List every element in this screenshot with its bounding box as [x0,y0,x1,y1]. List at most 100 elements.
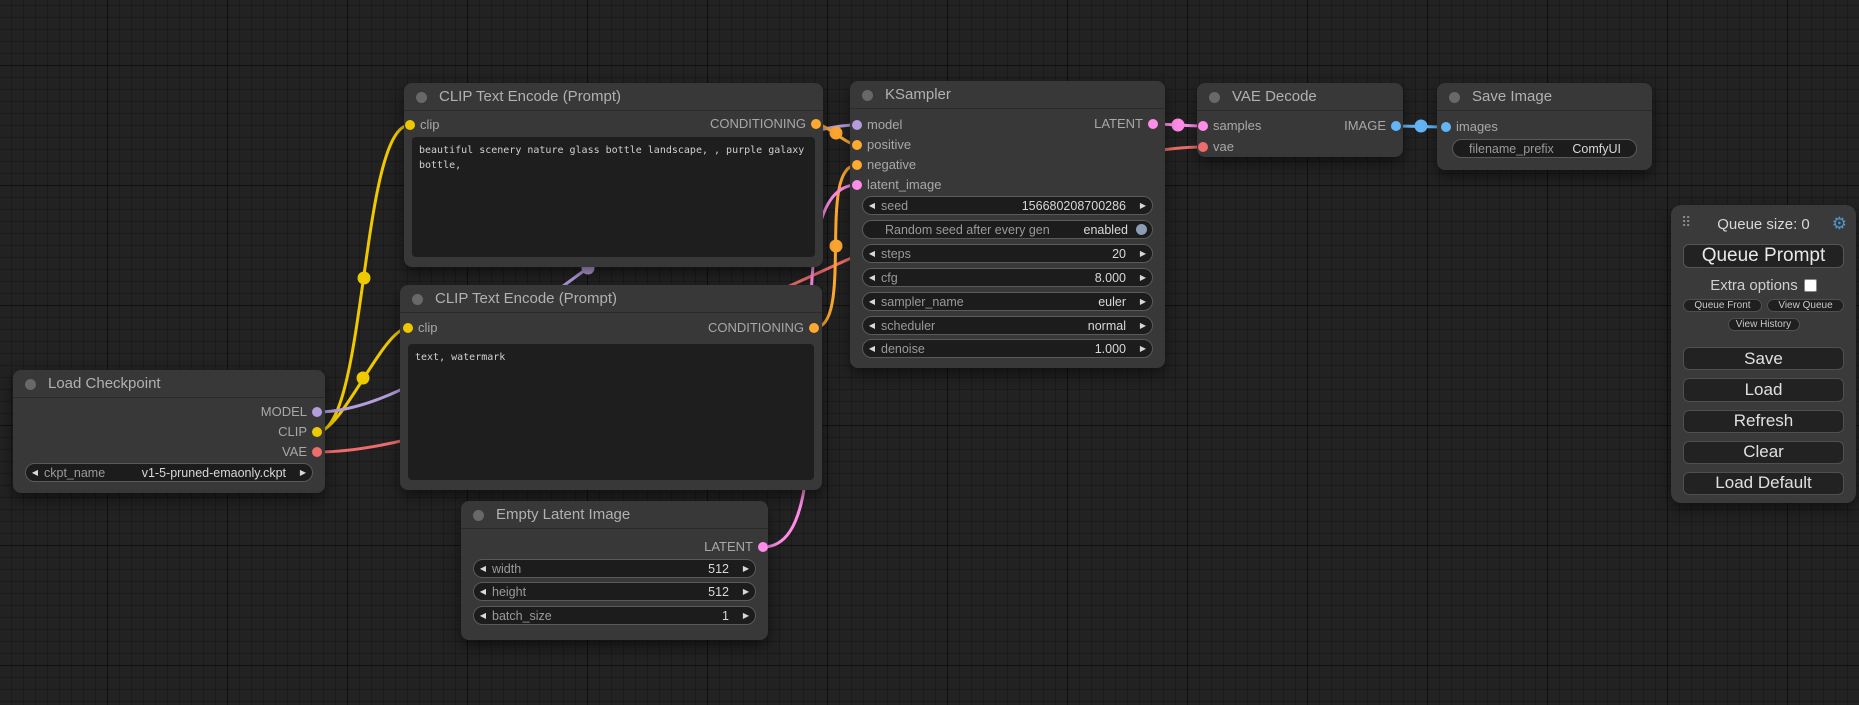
width-prev-icon[interactable]: ◀ [474,560,492,577]
node-title[interactable]: CLIP Text Encode (Prompt) [400,285,822,313]
seed-next-icon[interactable]: ▶ [1134,197,1152,214]
load-button[interactable]: Load [1683,378,1844,401]
link-midpoint-dot[interactable] [830,240,843,253]
model-output-slot[interactable] [312,407,322,417]
node-collapse-dot-icon[interactable] [25,379,36,390]
node-save-image[interactable]: Save Imageimagesfilename_prefixComfyUI [1437,83,1652,170]
prompt-textarea[interactable] [412,137,815,257]
node-clip-text-encode-1[interactable]: CLIP Text Encode (Prompt)clipCONDITIONIN… [404,83,823,267]
node-collapse-dot-icon[interactable] [1209,92,1220,103]
node-title[interactable]: Empty Latent Image [461,501,768,529]
steps-widget[interactable]: ◀steps20▶ [862,244,1153,263]
cfg-next-icon[interactable]: ▶ [1134,269,1152,286]
node-collapse-dot-icon[interactable] [862,90,873,101]
scheduler-next-icon[interactable]: ▶ [1134,317,1152,334]
vae-output-slot[interactable] [312,447,322,457]
clip-input-slot[interactable] [405,120,415,130]
denoise-value: 1.000 [925,342,1134,356]
latent-image-input-slot[interactable] [852,180,862,190]
node-collapse-dot-icon[interactable] [416,92,427,103]
scheduler-widget[interactable]: ◀schedulernormal▶ [862,316,1153,335]
conditioning-output-slot[interactable] [811,119,821,129]
drag-handle-icon[interactable]: ⠿ [1681,214,1691,231]
view-queue-button[interactable]: View Queue [1767,299,1844,312]
link-midpoint-dot[interactable] [357,372,370,385]
scheduler-prev-icon[interactable]: ◀ [863,317,881,334]
cfg-widget[interactable]: ◀cfg8.000▶ [862,268,1153,287]
batch-size-label: batch_size [492,609,552,623]
link-midpoint-dot[interactable] [830,127,843,140]
clear-button[interactable]: Clear [1683,441,1844,464]
denoise-prev-icon[interactable]: ◀ [863,340,881,357]
node-title[interactable]: KSampler [850,81,1165,109]
node-title[interactable]: VAE Decode [1197,83,1403,111]
filename-prefix-widget[interactable]: filename_prefixComfyUI [1452,139,1637,158]
node-clip-text-encode-2[interactable]: CLIP Text Encode (Prompt)clipCONDITIONIN… [400,285,822,490]
queue-prompt-button[interactable]: Queue Prompt [1683,244,1844,268]
link-midpoint-dot[interactable] [1415,120,1428,133]
queue-front-button[interactable]: Queue Front [1683,299,1762,312]
clip-output-slot[interactable] [312,427,322,437]
node-collapse-dot-icon[interactable] [412,294,423,305]
node-ksampler[interactable]: KSamplermodelpositivenegativelatent_imag… [850,81,1165,368]
ckpt-name-widget[interactable]: ◀ckpt_namev1-5-pruned-emaonly.ckpt▶ [25,463,313,482]
node-title[interactable]: CLIP Text Encode (Prompt) [404,83,823,111]
latent-output-slot[interactable] [758,542,768,552]
cfg-prev-icon[interactable]: ◀ [863,269,881,286]
steps-prev-icon[interactable]: ◀ [863,245,881,262]
seed-widget[interactable]: ◀seed156680208700286▶ [862,196,1153,215]
positive-input-slot[interactable] [852,140,862,150]
node-title[interactable]: Load Checkpoint [13,370,325,398]
random-seed-after-every-gen-toggle-icon[interactable] [1136,224,1147,235]
settings-gear-icon[interactable]: ⚙ [1832,214,1847,234]
batch-size-prev-icon[interactable]: ◀ [474,607,492,624]
node-vae-decode[interactable]: VAE DecodesamplesvaeIMAGE [1197,83,1403,157]
negative-input-slot[interactable] [852,160,862,170]
model-input-slot[interactable] [852,120,862,130]
sampler-name-widget[interactable]: ◀sampler_nameeuler▶ [862,292,1153,311]
steps-next-icon[interactable]: ▶ [1134,245,1152,262]
batch-size-next-icon[interactable]: ▶ [737,607,755,624]
extra-options-label: Extra options [1710,277,1798,294]
width-widget[interactable]: ◀width512▶ [473,559,756,578]
refresh-button[interactable]: Refresh [1683,410,1844,433]
sampler-name-next-icon[interactable]: ▶ [1134,293,1152,310]
view-history-button[interactable]: View History [1728,318,1800,331]
height-widget[interactable]: ◀height512▶ [473,582,756,601]
height-value: 512 [526,585,737,599]
load-default-button[interactable]: Load Default [1683,472,1844,495]
node-title-label: Save Image [1472,88,1552,105]
conditioning-output-slot[interactable] [809,323,819,333]
node-load-checkpoint[interactable]: Load CheckpointMODELCLIPVAE◀ckpt_namev1-… [13,370,325,493]
width-next-icon[interactable]: ▶ [737,560,755,577]
clip-input-slot[interactable] [403,323,413,333]
random-seed-after-every-gen-widget[interactable]: Random seed after every genenabled [862,220,1153,239]
height-next-icon[interactable]: ▶ [737,583,755,600]
node-collapse-dot-icon[interactable] [1449,92,1460,103]
denoise-next-icon[interactable]: ▶ [1134,340,1152,357]
ckpt-name-prev-icon[interactable]: ◀ [26,464,44,481]
images-input-slot[interactable] [1441,122,1451,132]
batch-size-widget[interactable]: ◀batch_size1▶ [473,606,756,625]
clip-output-label: CLIP [278,425,307,439]
ckpt-name-next-icon[interactable]: ▶ [294,464,312,481]
latent-output-slot[interactable] [1148,119,1158,129]
samples-input-slot[interactable] [1198,121,1208,131]
graph-canvas[interactable]: Load CheckpointMODELCLIPVAE◀ckpt_namev1-… [0,0,1859,705]
node-title-label: KSampler [885,86,951,103]
vae-input-slot[interactable] [1198,142,1208,152]
sampler-name-prev-icon[interactable]: ◀ [863,293,881,310]
node-empty-latent-image[interactable]: Empty Latent ImageLATENT◀width512▶◀heigh… [461,501,768,640]
image-output-slot[interactable] [1391,121,1401,131]
link-midpoint-dot[interactable] [1172,119,1185,132]
node-title[interactable]: Save Image [1437,83,1652,111]
link-midpoint-dot[interactable] [358,272,371,285]
prompt-textarea[interactable] [408,344,814,480]
denoise-widget[interactable]: ◀denoise1.000▶ [862,339,1153,358]
seed-prev-icon[interactable]: ◀ [863,197,881,214]
height-prev-icon[interactable]: ◀ [474,583,492,600]
scheduler-value: normal [935,319,1134,333]
extra-options-checkbox[interactable] [1804,279,1817,292]
save-button[interactable]: Save [1683,347,1844,370]
node-collapse-dot-icon[interactable] [473,510,484,521]
